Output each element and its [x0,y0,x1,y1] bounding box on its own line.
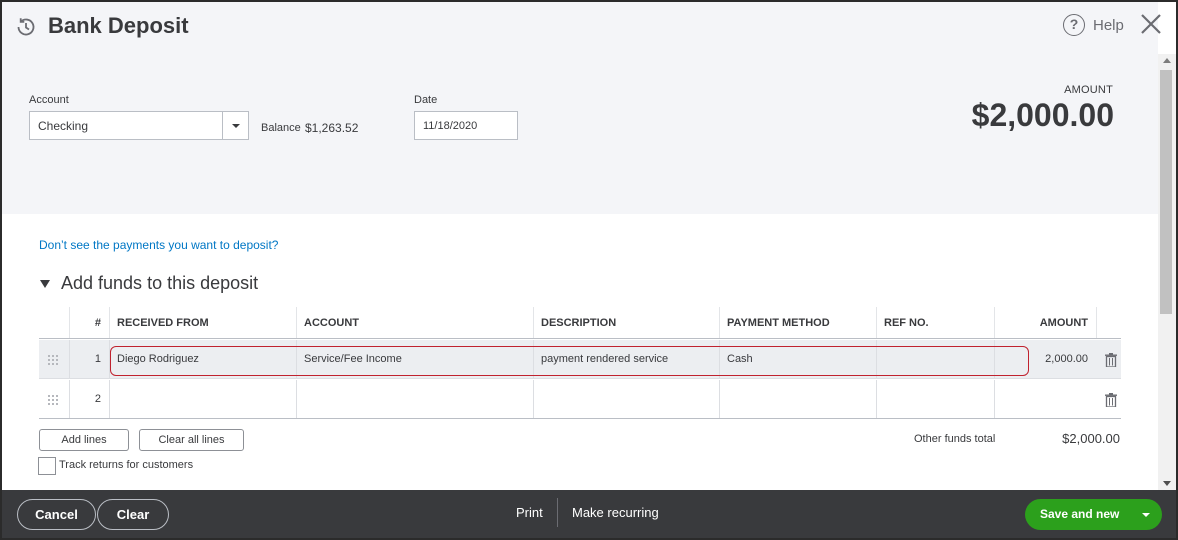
received-from-cell[interactable] [109,380,296,418]
scrollbar-thumb[interactable] [1160,70,1172,314]
save-and-new-label[interactable]: Save and new [1040,499,1119,530]
description-cell[interactable]: payment rendered service [533,340,719,378]
other-funds-total-value: $2,000.00 [1062,431,1120,446]
amount-total: $2,000.00 [971,97,1114,133]
table-row[interactable]: 1 Diego Rodriguez Service/Fee Income pay… [39,340,1121,379]
ref-no-cell[interactable] [876,380,994,418]
amount-cell[interactable]: 2,000.00 [994,340,1096,378]
amount-label: AMOUNT [1064,84,1113,96]
track-returns-label[interactable]: Track returns for customers [59,459,193,471]
add-lines-button[interactable]: Add lines [39,429,129,451]
balance-label: Balance [261,122,301,134]
footer-bar: Cancel Clear Print Make recurring Save a… [2,490,1176,538]
balance-value: $1,263.52 [305,121,359,135]
table-row[interactable]: 2 [39,380,1121,419]
account-label: Account [29,94,69,106]
row-number: 1 [69,340,109,378]
drag-handle-icon[interactable] [48,355,58,365]
column-header-ref-no: REF NO. [876,307,994,338]
other-funds-total-label: Other funds total [914,433,996,445]
date-input[interactable] [414,111,518,140]
table-header-row: # RECEIVED FROM ACCOUNT DESCRIPTION PAYM… [39,307,1121,339]
column-header-received-from: RECEIVED FROM [109,307,296,338]
payment-method-cell[interactable]: Cash [719,340,876,378]
column-header-number: # [69,307,109,338]
help-icon[interactable]: ? [1063,14,1085,36]
save-and-new-button[interactable]: Save and new [1025,499,1162,530]
column-header-amount: AMOUNT [994,307,1096,338]
account-selected-value: Checking [38,119,89,133]
account-cell[interactable]: Service/Fee Income [296,340,533,378]
column-header-payment-method: PAYMENT METHOD [719,307,876,338]
section-title[interactable]: Add funds to this deposit [61,273,258,294]
ref-no-cell[interactable] [876,340,994,378]
close-icon[interactable] [1139,12,1163,36]
form-header: Bank Deposit ? Help Account Checking Bal… [2,2,1161,214]
footer-divider [557,498,558,527]
help-link[interactable]: Help [1093,17,1124,34]
scroll-down-arrow-icon[interactable] [1163,481,1171,486]
received-from-cell[interactable]: Diego Rodriguez [109,340,296,378]
column-header-description: DESCRIPTION [533,307,719,338]
date-label: Date [414,94,438,106]
print-link[interactable]: Print [516,505,543,520]
column-header-drag [39,307,69,338]
payment-method-cell[interactable] [719,380,876,418]
bank-deposit-window: Bank Deposit ? Help Account Checking Bal… [0,0,1178,540]
trash-icon[interactable] [1105,353,1117,367]
account-dropdown[interactable]: Checking [29,111,249,140]
trash-icon[interactable] [1105,393,1117,407]
account-cell[interactable] [296,380,533,418]
cancel-button[interactable]: Cancel [17,499,96,530]
chevron-down-icon[interactable] [1134,499,1162,530]
description-cell[interactable] [533,380,719,418]
amount-cell[interactable] [994,380,1096,418]
track-returns-checkbox[interactable] [38,457,56,475]
vertical-scrollbar[interactable] [1158,54,1176,490]
clear-all-lines-button[interactable]: Clear all lines [139,429,244,451]
make-recurring-link[interactable]: Make recurring [572,505,659,520]
recent-transactions-icon[interactable] [14,15,38,39]
page-title: Bank Deposit [48,13,189,38]
collapse-caret-icon[interactable] [40,280,50,288]
payments-to-deposit-link[interactable]: Don’t see the payments you want to depos… [39,238,278,252]
clear-button[interactable]: Clear [97,499,169,530]
drag-handle-icon[interactable] [48,395,58,405]
row-number: 2 [69,380,109,418]
scroll-up-arrow-icon[interactable] [1163,58,1171,63]
column-header-delete [1096,307,1121,338]
column-header-account: ACCOUNT [296,307,533,338]
chevron-down-icon[interactable] [222,112,248,139]
